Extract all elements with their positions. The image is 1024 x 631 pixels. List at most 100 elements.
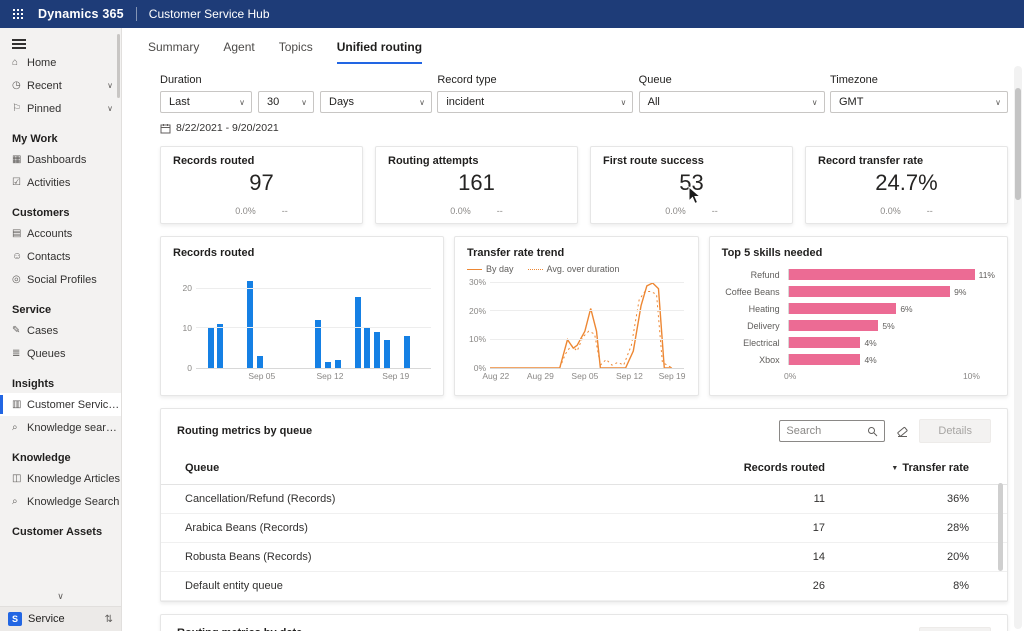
bar[interactable]: [384, 340, 390, 368]
sidebar-item-contacts[interactable]: ☺Contacts: [0, 245, 121, 268]
date-range: 8/22/2021 - 9/20/2021: [160, 122, 432, 134]
main-scrollbar[interactable]: [1014, 66, 1022, 629]
column-header-records-routed[interactable]: Records routed: [709, 462, 859, 474]
skills-chart-rows: Refund11%Coffee Beans9%Heating6%Delivery…: [722, 266, 995, 368]
skill-row-heating: Heating6%: [722, 300, 995, 317]
gridline: [196, 327, 431, 328]
record-type-filter: Record type incident ∨: [437, 74, 633, 113]
sidebar-scrollbar[interactable]: [117, 34, 120, 98]
details-button-date[interactable]: Details: [919, 627, 991, 631]
bar-slot: [333, 269, 343, 368]
social-icon: ◎: [12, 274, 27, 285]
table-row[interactable]: Cancellation/Refund (Records)1136%: [161, 485, 1007, 514]
records-routed-cell: 26: [709, 580, 859, 592]
kpi-delta: 0.0%: [450, 206, 471, 216]
sidebar-item-knowledge-articles[interactable]: ◫Knowledge Articles: [0, 467, 121, 490]
bar[interactable]: [247, 281, 253, 368]
sidebar-nav: ⌂Home◷Recent∨⚐Pinned∨My Work▦Dashboards☑…: [0, 51, 121, 561]
sidebar-item-label: Recent: [27, 80, 107, 92]
search-icon: ⌕: [12, 422, 27, 433]
bar[interactable]: [789, 286, 950, 297]
skill-bar-area: 4%: [788, 337, 995, 348]
bar[interactable]: [374, 332, 380, 368]
bar[interactable]: [257, 356, 263, 368]
tab-topics[interactable]: Topics: [279, 28, 313, 64]
chevron-down-icon: ∨: [419, 98, 425, 107]
y-tick-label: 30%: [467, 277, 486, 287]
record-type-select[interactable]: incident ∨: [437, 91, 633, 113]
sidebar-item-accounts[interactable]: ▤Accounts: [0, 222, 121, 245]
kpi-value: 24.7%: [818, 170, 995, 196]
app-title[interactable]: Customer Service Hub: [149, 7, 270, 21]
bar-slot: [265, 269, 275, 368]
tab-unified-routing[interactable]: Unified routing: [337, 28, 422, 64]
table-scrollbar[interactable]: [998, 483, 1003, 571]
sidebar-item-social-profiles[interactable]: ◎Social Profiles: [0, 268, 121, 291]
table-row[interactable]: Arabica Beans (Records)1728%: [161, 514, 1007, 543]
bar[interactable]: [789, 303, 897, 314]
hamburger-menu-icon[interactable]: [12, 39, 26, 49]
sidebar-more-chevron-icon[interactable]: ∨: [0, 591, 121, 602]
bar-slot: [314, 269, 324, 368]
timezone-value: GMT: [839, 96, 863, 108]
column-header-queue[interactable]: Queue: [185, 462, 709, 474]
bar[interactable]: [217, 324, 223, 368]
sidebar-item-activities[interactable]: ☑Activities: [0, 171, 121, 194]
kpi-trend: --: [497, 206, 503, 216]
transfer-rate-lines: [490, 283, 684, 368]
sidebar-item-knowledge-search-analytics[interactable]: ⌕Knowledge search...: [0, 416, 121, 439]
kpi-sub: 0.0%--: [806, 206, 1007, 216]
bar[interactable]: [335, 360, 341, 368]
header-divider: [136, 7, 137, 21]
timezone-select[interactable]: GMT ∨: [830, 91, 1008, 113]
sidebar-item-dashboards[interactable]: ▦Dashboards: [0, 148, 121, 171]
chart-title-transfer-rate: Transfer rate trend: [467, 247, 686, 259]
sidebar-item-home[interactable]: ⌂Home: [0, 51, 121, 74]
table-row[interactable]: Robusta Beans (Records)1420%: [161, 543, 1007, 572]
tab-summary[interactable]: Summary: [148, 28, 199, 64]
bar-slot: [323, 269, 333, 368]
sidebar-item-pinned[interactable]: ⚐Pinned∨: [0, 97, 121, 120]
dashboard-content: Duration Last ∨ 30 ∨ Days ∨: [122, 64, 1012, 631]
duration-unit-select[interactable]: Days ∨: [320, 91, 432, 113]
y-tick-label: 10: [173, 323, 192, 333]
app-name[interactable]: Dynamics 365: [38, 7, 124, 21]
transfer-rate-chart-card: Transfer rate trend By day Avg. over dur…: [454, 236, 699, 396]
y-tick-label: 20: [173, 283, 192, 293]
area-switcher[interactable]: S Service ⇅: [0, 606, 121, 631]
search-input[interactable]: [786, 425, 864, 437]
sidebar-item-cases[interactable]: ✎Cases: [0, 319, 121, 342]
bar[interactable]: [355, 297, 361, 368]
bar-slot: [402, 269, 412, 368]
queue-select[interactable]: All ∨: [639, 91, 825, 113]
area-switch-icon: ⇅: [105, 614, 113, 625]
eraser-icon[interactable]: [895, 425, 909, 438]
tab-agent[interactable]: Agent: [223, 28, 254, 64]
sort-desc-icon: ▼: [891, 465, 898, 472]
details-button[interactable]: Details: [919, 419, 991, 443]
column-header-transfer-rate[interactable]: ▼Transfer rate: [859, 462, 991, 474]
sidebar-item-recent[interactable]: ◷Recent∨: [0, 74, 121, 97]
sidebar-item-label: Cases: [27, 325, 121, 337]
sidebar-item-customer-service[interactable]: ▥Customer Service ...: [0, 393, 121, 416]
scrollbar-thumb[interactable]: [1015, 88, 1021, 200]
gridline: [490, 282, 684, 283]
sidebar-item-knowledge-search[interactable]: ⌕Knowledge Search: [0, 490, 121, 513]
bar[interactable]: [789, 337, 861, 348]
sidebar-item-queues[interactable]: ≣Queues: [0, 342, 121, 365]
bar[interactable]: [404, 336, 410, 368]
table-row[interactable]: Default entity queue268%: [161, 572, 1007, 601]
skill-label: Heating: [722, 304, 788, 314]
sidebar-item-label: Customer Service ...: [27, 399, 121, 411]
duration-window-select[interactable]: Last ∨: [160, 91, 252, 113]
bar[interactable]: [364, 328, 370, 368]
waffle-menu-icon[interactable]: [12, 8, 24, 20]
bar[interactable]: [789, 269, 975, 280]
sidebar-item-label: Contacts: [27, 251, 121, 263]
bar[interactable]: [325, 362, 331, 368]
bar[interactable]: [208, 328, 214, 368]
bar-slot: [245, 269, 255, 368]
bar[interactable]: [789, 320, 879, 331]
duration-value-select[interactable]: 30 ∨: [258, 91, 314, 113]
bar[interactable]: [789, 354, 861, 365]
